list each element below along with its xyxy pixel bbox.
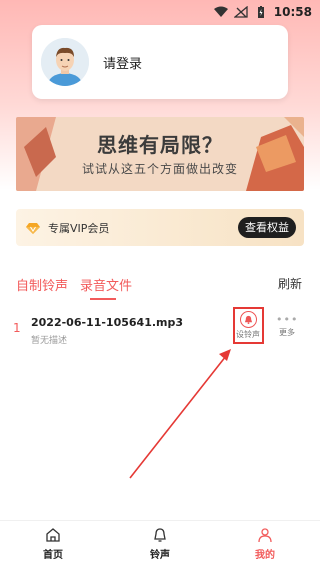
more-label: 更多 [279,328,295,337]
home-icon [46,528,60,542]
nav-home[interactable]: 首页 [28,527,78,561]
login-card[interactable]: 请登录 [32,25,288,99]
nav-mine-label: 我的 [255,550,275,561]
status-time: 10:58 [273,5,312,19]
more-icon: ••• [276,313,299,326]
refresh-button[interactable]: 刷新 [278,275,302,292]
person-icon [258,528,272,543]
status-bar: 10:58 [0,0,320,24]
avatar[interactable] [41,38,89,86]
promo-banner[interactable]: 思维有局限？ 试试从这五个方面做出改变 [16,117,304,191]
signal-icon [233,6,248,18]
item-filename: 2022-06-11-105641.mp3 [31,316,184,329]
avatar-icon [41,38,89,86]
bell-icon [239,311,257,328]
more-button[interactable]: ••• 更多 [276,313,299,338]
nav-home-label: 首页 [43,550,63,561]
vip-bar[interactable]: 专属VIP会员 查看权益 [16,209,304,246]
list-item[interactable]: 1 2022-06-11-105641.mp3 暂无描述 [0,312,320,352]
bell-icon [154,528,166,542]
nav-ringtone-label: 铃声 [150,550,170,561]
set-ringtone-label: 设铃声 [236,330,260,339]
banner-title: 思维有局限？ [97,133,223,157]
diamond-icon [26,222,40,234]
login-label[interactable]: 请登录 [103,53,142,72]
vip-label: 专属VIP会员 [48,221,110,235]
tab-recordings[interactable]: 录音文件 [80,275,132,294]
item-index: 1 [13,321,21,335]
view-benefits-button[interactable]: 查看权益 [238,217,296,238]
bottom-nav: 首页 铃声 我的 [0,520,320,570]
banner-subtitle: 试试从这五个方面做出改变 [81,162,238,176]
tab-bar: 自制铃声 录音文件 刷新 [0,270,320,300]
item-description: 暂无描述 [31,336,68,346]
tab-custom-ringtone[interactable]: 自制铃声 [16,275,68,294]
active-tab-indicator [90,298,116,300]
nav-ringtone[interactable]: 铃声 [135,527,185,561]
wifi-icon [213,6,228,17]
nav-mine[interactable]: 我的 [240,527,290,561]
battery-icon [257,6,264,18]
set-ringtone-button[interactable]: 设铃声 [236,311,260,343]
